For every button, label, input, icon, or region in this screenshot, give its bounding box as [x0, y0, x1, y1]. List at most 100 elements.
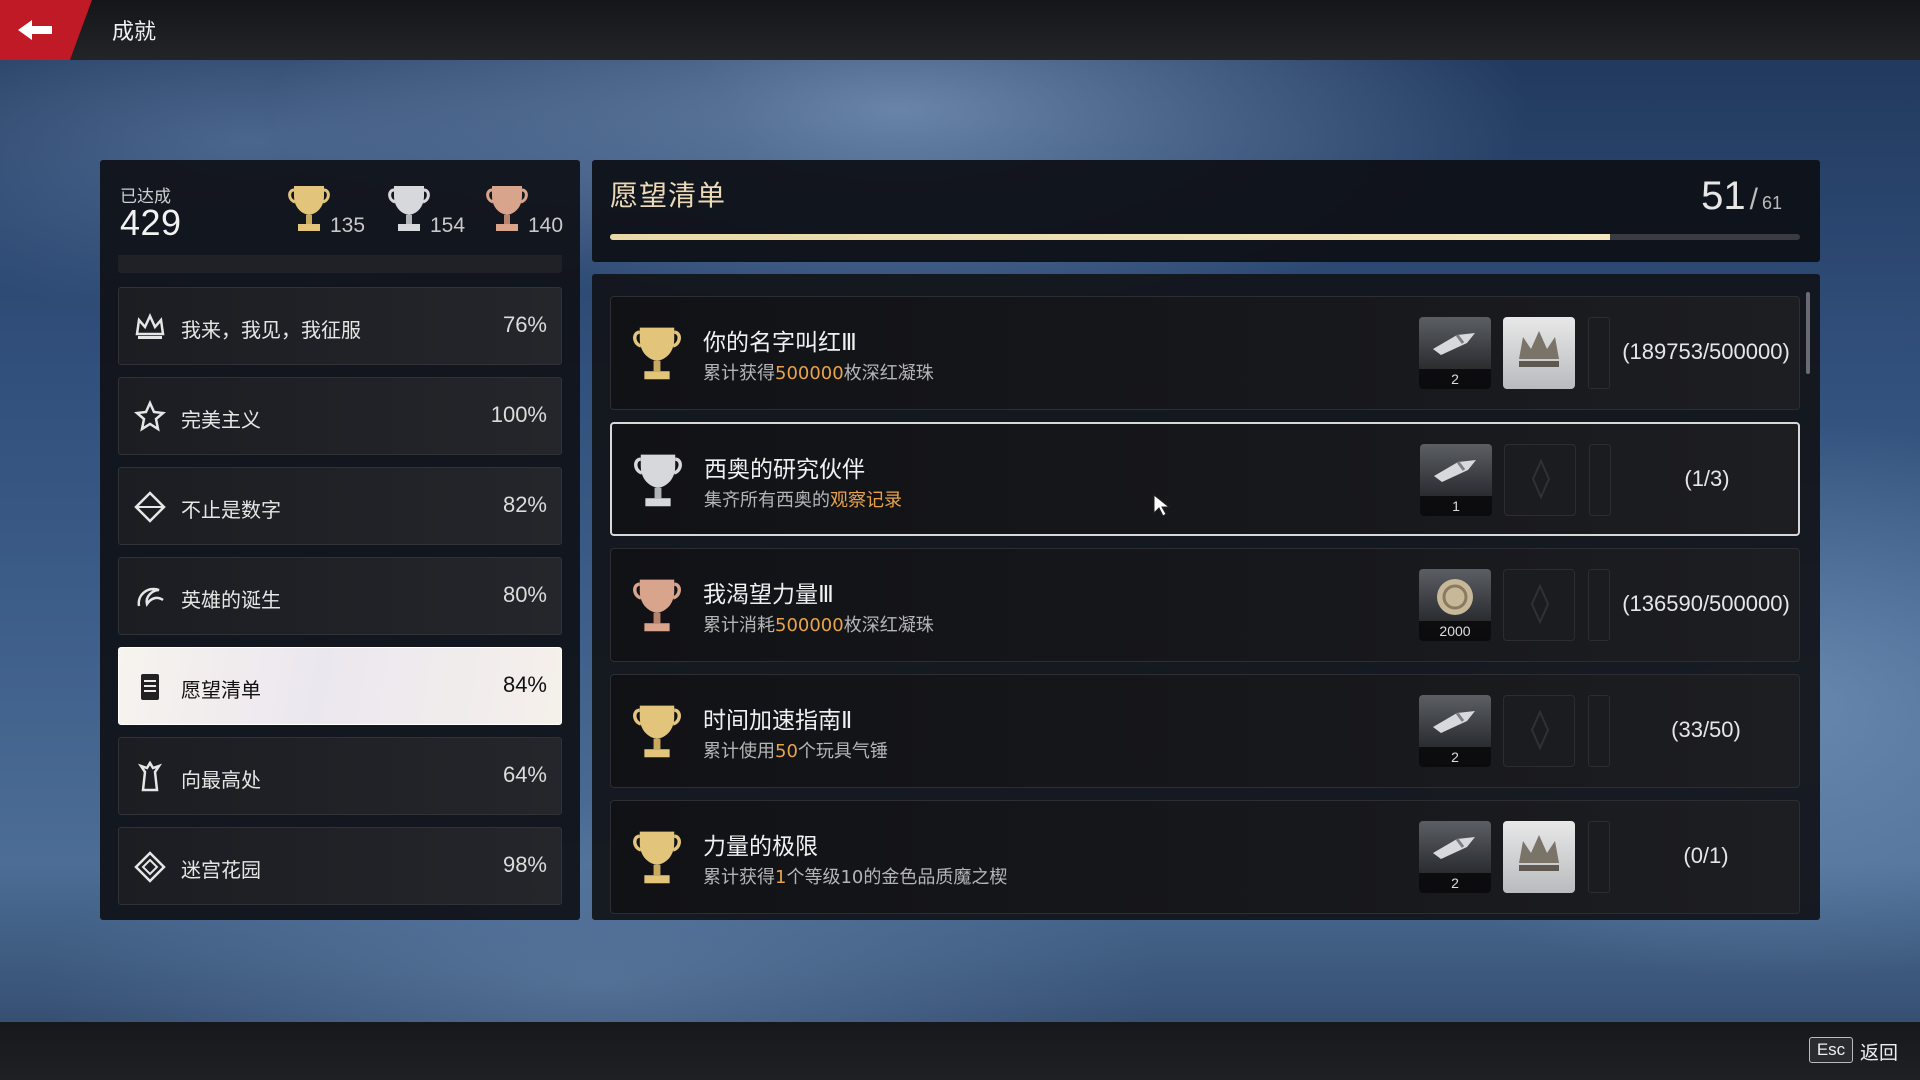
achievement-progress: (33/50) [1671, 717, 1741, 742]
reward-quantity: 2 [1419, 369, 1491, 389]
bronze-count: 140 [528, 214, 564, 237]
back-button[interactable] [0, 0, 92, 60]
reward-quantity: 2 [1419, 873, 1491, 893]
bottom-bar [0, 1022, 1920, 1080]
achievement-title: 我渴望力量Ⅲ [703, 582, 834, 608]
achievement-progress: (1/3) [1684, 466, 1730, 491]
back-arrow-icon [18, 20, 52, 40]
category-panel: 已达成 429 135 154 140 我来，我见，我征服 76% 完美主义 1… [100, 160, 580, 920]
placeholder-icon [1530, 583, 1550, 625]
completed-number: 51 [1701, 174, 1746, 218]
tower-icon [137, 760, 163, 792]
bronze-trophy-icon [486, 186, 528, 231]
achievement-progress: (0/1) [1683, 843, 1729, 868]
hammer-icon [1434, 460, 1476, 482]
list-header: 愿望清单 51/61 [592, 160, 1820, 262]
reward-slot-empty [1588, 569, 1610, 641]
crown-reward-icon [1519, 331, 1559, 367]
hammer-icon [1433, 711, 1475, 733]
achievement-progress: (189753/500000) [1622, 339, 1790, 364]
reward-item[interactable]: 2000 [1419, 569, 1491, 641]
reward-item[interactable] [1503, 317, 1575, 389]
coin-icon [1437, 579, 1473, 615]
reward-slot-empty [1588, 821, 1610, 893]
page-title: 成就 [112, 20, 157, 45]
reward-item[interactable]: 2 [1419, 317, 1491, 389]
silver-count: 154 [430, 214, 466, 237]
total-number: 61 [1761, 193, 1782, 213]
crown-icon [135, 312, 165, 339]
reward-item[interactable] [1503, 821, 1575, 893]
reward-quantity: 2000 [1419, 621, 1491, 641]
category-item[interactable]: 不止是数字 82% [118, 467, 562, 545]
category-item[interactable]: 向最高处 64% [118, 737, 562, 815]
achievement-row[interactable]: 你的名字叫红Ⅲ 累计获得500000枚深红凝珠 2 (189753/500000… [610, 296, 1800, 410]
silver-trophy-stat: 154 [386, 182, 476, 238]
reward-slot-empty [1588, 317, 1610, 389]
achievement-desc: 累计消耗500000枚深红凝珠 [703, 615, 934, 636]
bronze-trophy-icon [633, 579, 681, 632]
achievement-desc: 集齐所有西奥的观察记录 [704, 490, 902, 511]
reward-slot-empty [1503, 695, 1575, 767]
gold-trophy-icon [633, 327, 681, 380]
achievement-title: 时间加速指南Ⅱ [703, 708, 853, 734]
placeholder-icon [1531, 458, 1551, 500]
reward-item[interactable]: 2 [1419, 695, 1491, 767]
achievement-title: 力量的极限 [703, 834, 818, 860]
category-item[interactable]: 我来，我见，我征服 76% [118, 287, 562, 365]
category-item[interactable]: 完美主义 100% [118, 377, 562, 455]
back-label[interactable]: 返回 [1860, 1038, 1898, 1065]
gold-trophy-icon [288, 186, 330, 231]
achievement-desc: 累计使用50个玩具气锤 [703, 741, 888, 762]
reward-quantity: 2 [1419, 747, 1491, 767]
achievement-row-selected[interactable]: 西奥的研究伙伴 集齐所有西奥的观察记录 1 (1/3) [610, 422, 1800, 536]
achievement-row[interactable]: 时间加速指南Ⅱ 累计使用50个玩具气锤 2 (33/50) [610, 674, 1800, 788]
achievement-desc: 累计获得1个等级10的金色品质魔之楔 [703, 867, 1008, 888]
reward-slot-empty [1588, 695, 1610, 767]
count-separator: / [1749, 183, 1758, 216]
maze-icon [134, 851, 166, 883]
achievement-desc: 累计获得500000枚深红凝珠 [703, 363, 934, 384]
esc-key-hint[interactable]: Esc [1809, 1037, 1853, 1063]
category-list: 我来，我见，我征服 76% 完美主义 100% 不止是数字 82% 英雄的诞生 … [118, 255, 562, 905]
reward-quantity: 1 [1420, 496, 1492, 516]
progress-fill [610, 234, 1610, 240]
hammer-icon [1433, 837, 1475, 859]
achievement-row[interactable]: 我渴望力量Ⅲ 累计消耗500000枚深红凝珠 2000 (136590/5000… [610, 548, 1800, 662]
reward-slot-empty [1503, 569, 1575, 641]
gold-trophy-icon [633, 705, 681, 758]
achievement-progress: (136590/500000) [1622, 591, 1790, 616]
achievement-row[interactable]: 力量的极限 累计获得1个等级10的金色品质魔之楔 2 (0/1) [610, 800, 1800, 914]
list-title: 愿望清单 [610, 179, 727, 212]
gold-trophy-icon [633, 831, 681, 884]
category-item[interactable]: 迷宫花园 98% [118, 827, 562, 905]
achieved-count: 429 [120, 202, 182, 243]
completion-progress-bar [610, 234, 1800, 240]
gold-trophy-stat: 135 [286, 182, 376, 238]
swirl-icon [137, 587, 164, 608]
crown-reward-icon [1519, 835, 1559, 871]
gold-count: 135 [330, 214, 366, 237]
silver-trophy-icon [388, 186, 430, 231]
diamond-icon [134, 491, 166, 523]
scroll-icon [141, 674, 159, 700]
bronze-trophy-stat: 140 [484, 182, 574, 238]
silver-trophy-icon [634, 454, 682, 507]
hammer-icon [1433, 333, 1475, 355]
scrollbar[interactable] [1806, 292, 1810, 374]
emblem-icon [134, 400, 166, 432]
reward-slot-empty [1589, 444, 1611, 516]
reward-item[interactable]: 2 [1419, 821, 1491, 893]
list-item-partial [118, 255, 562, 273]
reward-item[interactable]: 1 [1420, 444, 1492, 516]
category-item[interactable]: 英雄的诞生 80% [118, 557, 562, 635]
top-bar: 成就 [0, 0, 1920, 60]
reward-slot-empty [1504, 444, 1576, 516]
category-item-active[interactable]: 愿望清单 84% [118, 647, 562, 725]
achievement-title: 西奥的研究伙伴 [704, 457, 865, 483]
achievement-title: 你的名字叫红Ⅲ [703, 330, 857, 356]
placeholder-icon [1530, 709, 1550, 751]
mouse-cursor-icon [1153, 494, 1171, 517]
completion-count: 51/61 [1701, 174, 1782, 219]
achievement-list[interactable]: 你的名字叫红Ⅲ 累计获得500000枚深红凝珠 2 (189753/500000… [592, 274, 1820, 920]
